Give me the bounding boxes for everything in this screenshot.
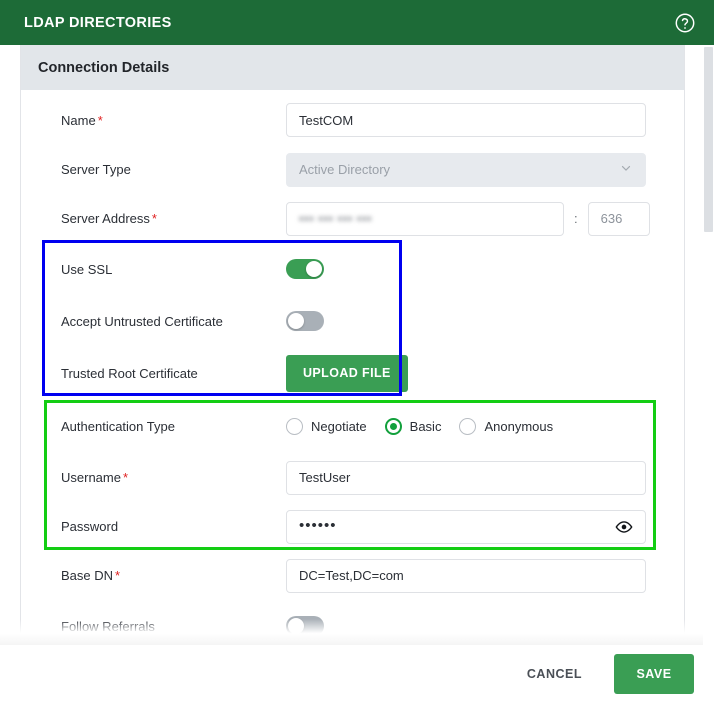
accept-untrusted-certificate-toggle[interactable] xyxy=(286,311,324,331)
server-address-field-wrap: ••• ••• ••• ••• : 636 xyxy=(286,201,684,236)
radio-option-negotiate[interactable]: Negotiate xyxy=(286,417,367,435)
toggle-knob xyxy=(306,261,322,277)
row-password: Password •••••• xyxy=(21,502,684,551)
server-address-required-marker: * xyxy=(151,211,157,226)
row-accept-untrusted-certificate: Accept Untrusted Certificate xyxy=(21,295,684,347)
base-dn-input-value: DC=Test,DC=com xyxy=(299,568,404,583)
radio-icon xyxy=(459,417,477,435)
username-field-wrap: TestUser xyxy=(286,460,684,495)
base-dn-label: Base DN * xyxy=(61,568,286,583)
base-dn-label-text: Base DN xyxy=(61,568,114,583)
row-base-dn: Base DN * DC=Test,DC=com xyxy=(21,551,684,600)
accept-untrusted-certificate-label: Accept Untrusted Certificate xyxy=(61,313,223,329)
password-field-wrap: •••••• xyxy=(286,509,684,544)
base-dn-required-marker: * xyxy=(115,568,121,583)
authentication-type-radio-group: Negotiate Basic Anonymous xyxy=(286,417,571,435)
server-port-input[interactable]: 636 xyxy=(587,201,650,236)
accept-untrusted-certificate-field-wrap xyxy=(286,311,684,331)
ldap-directories-screen: LDAP DIRECTORIES Connection Details Name… xyxy=(0,0,714,702)
password-input[interactable]: •••••• xyxy=(286,509,646,544)
authentication-type-label: Authentication Type xyxy=(61,418,175,434)
toggle-knob xyxy=(288,618,304,634)
help-circle-icon[interactable] xyxy=(674,12,696,34)
vertical-scrollbar-track[interactable] xyxy=(703,45,714,645)
row-authentication-type: Authentication Type Negotiate Basic Anon… xyxy=(21,399,684,453)
app-header-bar: LDAP DIRECTORIES xyxy=(0,0,714,45)
password-input-value: •••••• xyxy=(299,517,337,534)
use-ssl-label: Use SSL xyxy=(61,261,113,277)
trusted-root-certificate-field-wrap: UPLOAD FILE xyxy=(286,354,684,392)
radio-label-negotiate: Negotiate xyxy=(311,418,367,434)
server-address-input[interactable]: ••• ••• ••• ••• xyxy=(286,201,564,236)
radio-icon xyxy=(286,417,303,435)
server-type-field-wrap: Active Directory xyxy=(286,152,684,187)
radio-option-anonymous[interactable]: Anonymous xyxy=(459,417,554,435)
name-label: Name * xyxy=(61,113,286,128)
connection-details-body: Name * TestCOM Server Type Active Directo… xyxy=(21,95,684,645)
server-address-value: ••• ••• ••• ••• xyxy=(299,211,372,226)
follow-referrals-label: Follow Referrals xyxy=(61,618,155,634)
trusted-root-certificate-label: Trusted Root Certificate xyxy=(61,365,198,381)
server-type-value: Active Directory xyxy=(299,162,391,177)
row-follow-referrals: Follow Referrals xyxy=(21,600,684,645)
name-input[interactable]: TestCOM xyxy=(286,103,646,137)
name-field-wrap: TestCOM xyxy=(286,103,684,137)
authentication-type-field-wrap: Negotiate Basic Anonymous xyxy=(286,417,684,435)
toggle-knob xyxy=(288,313,304,329)
page-title: LDAP DIRECTORIES xyxy=(24,14,172,31)
connection-details-card: Connection Details Name * TestCOM Server… xyxy=(20,45,685,645)
server-port-value: 636 xyxy=(600,211,623,226)
connection-details-header: Connection Details xyxy=(21,45,684,90)
footer-action-bar: CANCEL SAVE xyxy=(0,645,714,702)
password-label: Password xyxy=(61,519,119,534)
save-button[interactable]: SAVE xyxy=(614,653,694,694)
username-label-text: Username xyxy=(61,470,121,485)
use-ssl-toggle[interactable] xyxy=(286,259,324,279)
radio-label-anonymous: Anonymous xyxy=(484,418,554,434)
username-required-marker: * xyxy=(122,470,129,485)
name-input-value: TestCOM xyxy=(299,112,354,128)
server-type-select[interactable]: Active Directory xyxy=(286,152,646,187)
row-server-type: Server Type Active Directory xyxy=(21,145,684,194)
address-port-separator: : xyxy=(574,211,578,226)
upload-file-button[interactable]: UPLOAD FILE xyxy=(286,354,408,392)
radio-option-basic[interactable]: Basic xyxy=(384,417,442,435)
row-name: Name * TestCOM xyxy=(21,95,684,145)
base-dn-input[interactable]: DC=Test,DC=com xyxy=(286,558,646,593)
row-use-ssl: Use SSL xyxy=(21,243,684,295)
follow-referrals-toggle[interactable] xyxy=(286,616,324,636)
row-username: Username * TestUser xyxy=(21,453,684,502)
name-required-marker: * xyxy=(97,112,103,128)
radio-icon-selected xyxy=(384,417,402,435)
eye-icon[interactable] xyxy=(615,518,633,536)
username-input-value: TestUser xyxy=(299,470,351,485)
vertical-scrollbar-thumb[interactable] xyxy=(704,47,713,232)
radio-label-basic: Basic xyxy=(409,418,442,434)
server-address-label-text: Server Address xyxy=(61,211,150,226)
form-scroll-region[interactable]: Connection Details Name * TestCOM Server… xyxy=(0,45,714,645)
section-title: Connection Details xyxy=(38,59,170,76)
server-type-label: Server Type xyxy=(61,162,131,177)
server-address-label: Server Address * xyxy=(61,211,286,226)
name-label-text: Name xyxy=(61,112,96,128)
follow-referrals-field-wrap xyxy=(286,616,684,636)
username-input[interactable]: TestUser xyxy=(286,460,646,495)
username-label: Username * xyxy=(61,470,286,485)
base-dn-field-wrap: DC=Test,DC=com xyxy=(286,558,684,593)
cancel-button[interactable]: CANCEL xyxy=(513,657,596,691)
row-trusted-root-certificate: Trusted Root Certificate UPLOAD FILE xyxy=(21,347,684,399)
use-ssl-field-wrap xyxy=(286,259,684,279)
row-server-address: Server Address * ••• ••• ••• ••• : 636 xyxy=(21,194,684,243)
chevron-down-icon xyxy=(619,161,633,178)
